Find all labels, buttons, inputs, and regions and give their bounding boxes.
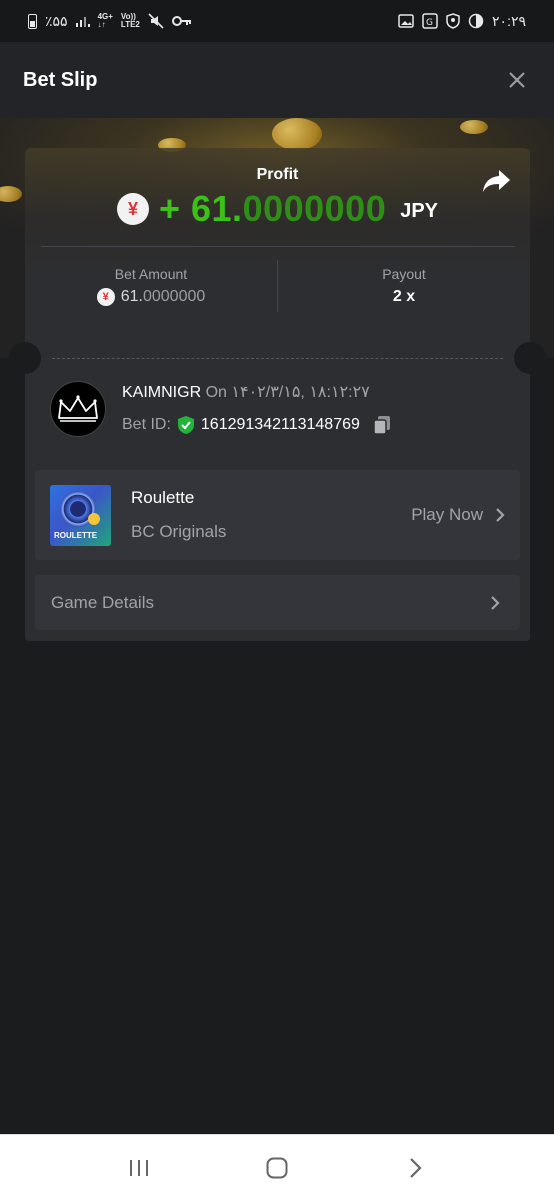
network-arrows: ↓↑ [97, 20, 106, 29]
ticket-dashed-divider [52, 358, 503, 359]
mute-icon [148, 13, 164, 29]
payout-label: Payout [382, 266, 426, 282]
on-label: On [205, 384, 227, 401]
status-right: G ۲۰:۲۹ [398, 13, 526, 30]
payout-stat: Payout 2 x [278, 258, 530, 314]
payout-value: 2 x [392, 288, 416, 305]
close-icon [509, 72, 525, 88]
status-left: ٪۵۵ 4G+ ↓↑ Vo)) LTE2 [28, 13, 192, 30]
vpn-icon [468, 13, 484, 29]
game-details-row[interactable]: Game Details [35, 575, 520, 630]
bet-amount-label: Bet Amount [114, 266, 188, 282]
signal-icon [75, 15, 90, 27]
copy-icon[interactable] [371, 414, 393, 436]
gallery-icon [398, 14, 414, 28]
back-icon [410, 1157, 422, 1178]
profit-value-decimals: 0000000 [242, 188, 387, 229]
svg-text:G: G [426, 18, 433, 28]
system-nav-bar [0, 1134, 554, 1200]
network-type: 4G+ ↓↑ [98, 13, 113, 29]
home-button[interactable] [257, 1148, 297, 1188]
bet-amount-stat: Bet Amount ¥ 61.0000000 [25, 258, 277, 314]
bet-slip-header: Bet Slip [0, 42, 554, 118]
avatar[interactable] [50, 381, 106, 437]
bet-stats: Bet Amount ¥ 61.0000000 Payout 2 x [25, 258, 530, 314]
game-details-label: Game Details [51, 592, 154, 612]
back-button[interactable] [395, 1148, 435, 1188]
bet-datetime: ۱۴۰۲/۳/۱۵, ۱۸:۱۲:۲۷ [231, 384, 370, 401]
user-row: KAIMNIGR On ۱۴۰۲/۳/۱۵, ۱۸:۱۲:۲۷ Bet ID: … [50, 380, 510, 438]
coin-decoration [272, 118, 322, 150]
play-now-button[interactable]: Play Now [411, 505, 505, 525]
volte-indicator: Vo)) LTE2 [121, 13, 140, 29]
bet-amount-main: 61. [120, 288, 143, 305]
shield-status-icon [446, 13, 460, 29]
status-bar: ٪۵۵ 4G+ ↓↑ Vo)) LTE2 G ۲۰:۲۹ [0, 0, 554, 42]
profit-value: + 61.0000000 [159, 188, 386, 230]
page-title: Bet Slip [23, 68, 98, 91]
recent-apps-button[interactable] [119, 1148, 159, 1188]
roulette-thumbnail: ROULETTE [50, 484, 111, 546]
translate-icon: G [422, 13, 438, 29]
roulette-ball-graphic [88, 512, 100, 525]
chevron-right-icon [496, 508, 505, 522]
username[interactable]: KAIMNIGR [122, 384, 201, 401]
profit-value-main: 61. [191, 188, 243, 229]
bet-card: Profit ¥ + 61.0000000 JPY Bet Amount ¥ 6… [9, 148, 546, 641]
profit-row: ¥ + 61.0000000 JPY [25, 188, 530, 230]
bet-amount-decimals: 0000000 [142, 288, 206, 305]
battery-icon [28, 13, 37, 29]
battery-percent: ٪۵۵ [45, 12, 68, 29]
profit-currency: JPY [400, 199, 439, 222]
game-row[interactable]: ROULETTE Roulette BC Originals Play Now [35, 470, 520, 560]
profit-divider [41, 246, 515, 247]
ticket-notch-right [514, 342, 546, 374]
crown-icon [58, 395, 98, 422]
verified-shield-icon [177, 416, 194, 434]
game-name: Roulette [131, 488, 195, 507]
coin-decoration [460, 120, 488, 134]
clock: ۲۰:۲۹ [492, 12, 526, 29]
game-provider: BC Originals [131, 522, 227, 541]
user-line: KAIMNIGR On ۱۴۰۲/۳/۱۵, ۱۸:۱۲:۲۷ [122, 382, 393, 402]
bet-amount-value: ¥ 61.0000000 [96, 288, 206, 306]
ticket-notch-left [9, 342, 41, 374]
key-icon [171, 15, 192, 27]
bet-id-label: Bet ID: [122, 416, 171, 433]
play-now-label: Play Now [411, 505, 483, 524]
bet-id-line: Bet ID: 161291342113148769 [122, 414, 393, 436]
yen-coin-icon: ¥ [116, 193, 149, 225]
recent-apps-icon [130, 1159, 148, 1176]
roulette-thumb-label: ROULETTE [54, 530, 98, 540]
profit-sign: + [158, 188, 181, 229]
profit-label: Profit [256, 166, 299, 183]
game-text: Roulette BC Originals [131, 488, 411, 542]
chevron-right-icon [491, 595, 500, 610]
bet-id-value: 161291342113148769 [200, 416, 360, 433]
user-info: KAIMNIGR On ۱۴۰۲/۳/۱۵, ۱۸:۱۲:۲۷ Bet ID: … [122, 382, 393, 436]
home-icon [266, 1157, 288, 1178]
lte-label: LTE2 [120, 20, 140, 29]
bet-slip-content: Profit ¥ + 61.0000000 JPY Bet Amount ¥ 6… [0, 118, 554, 1134]
yen-coin-icon: ¥ [96, 288, 115, 306]
close-button[interactable] [502, 65, 532, 95]
